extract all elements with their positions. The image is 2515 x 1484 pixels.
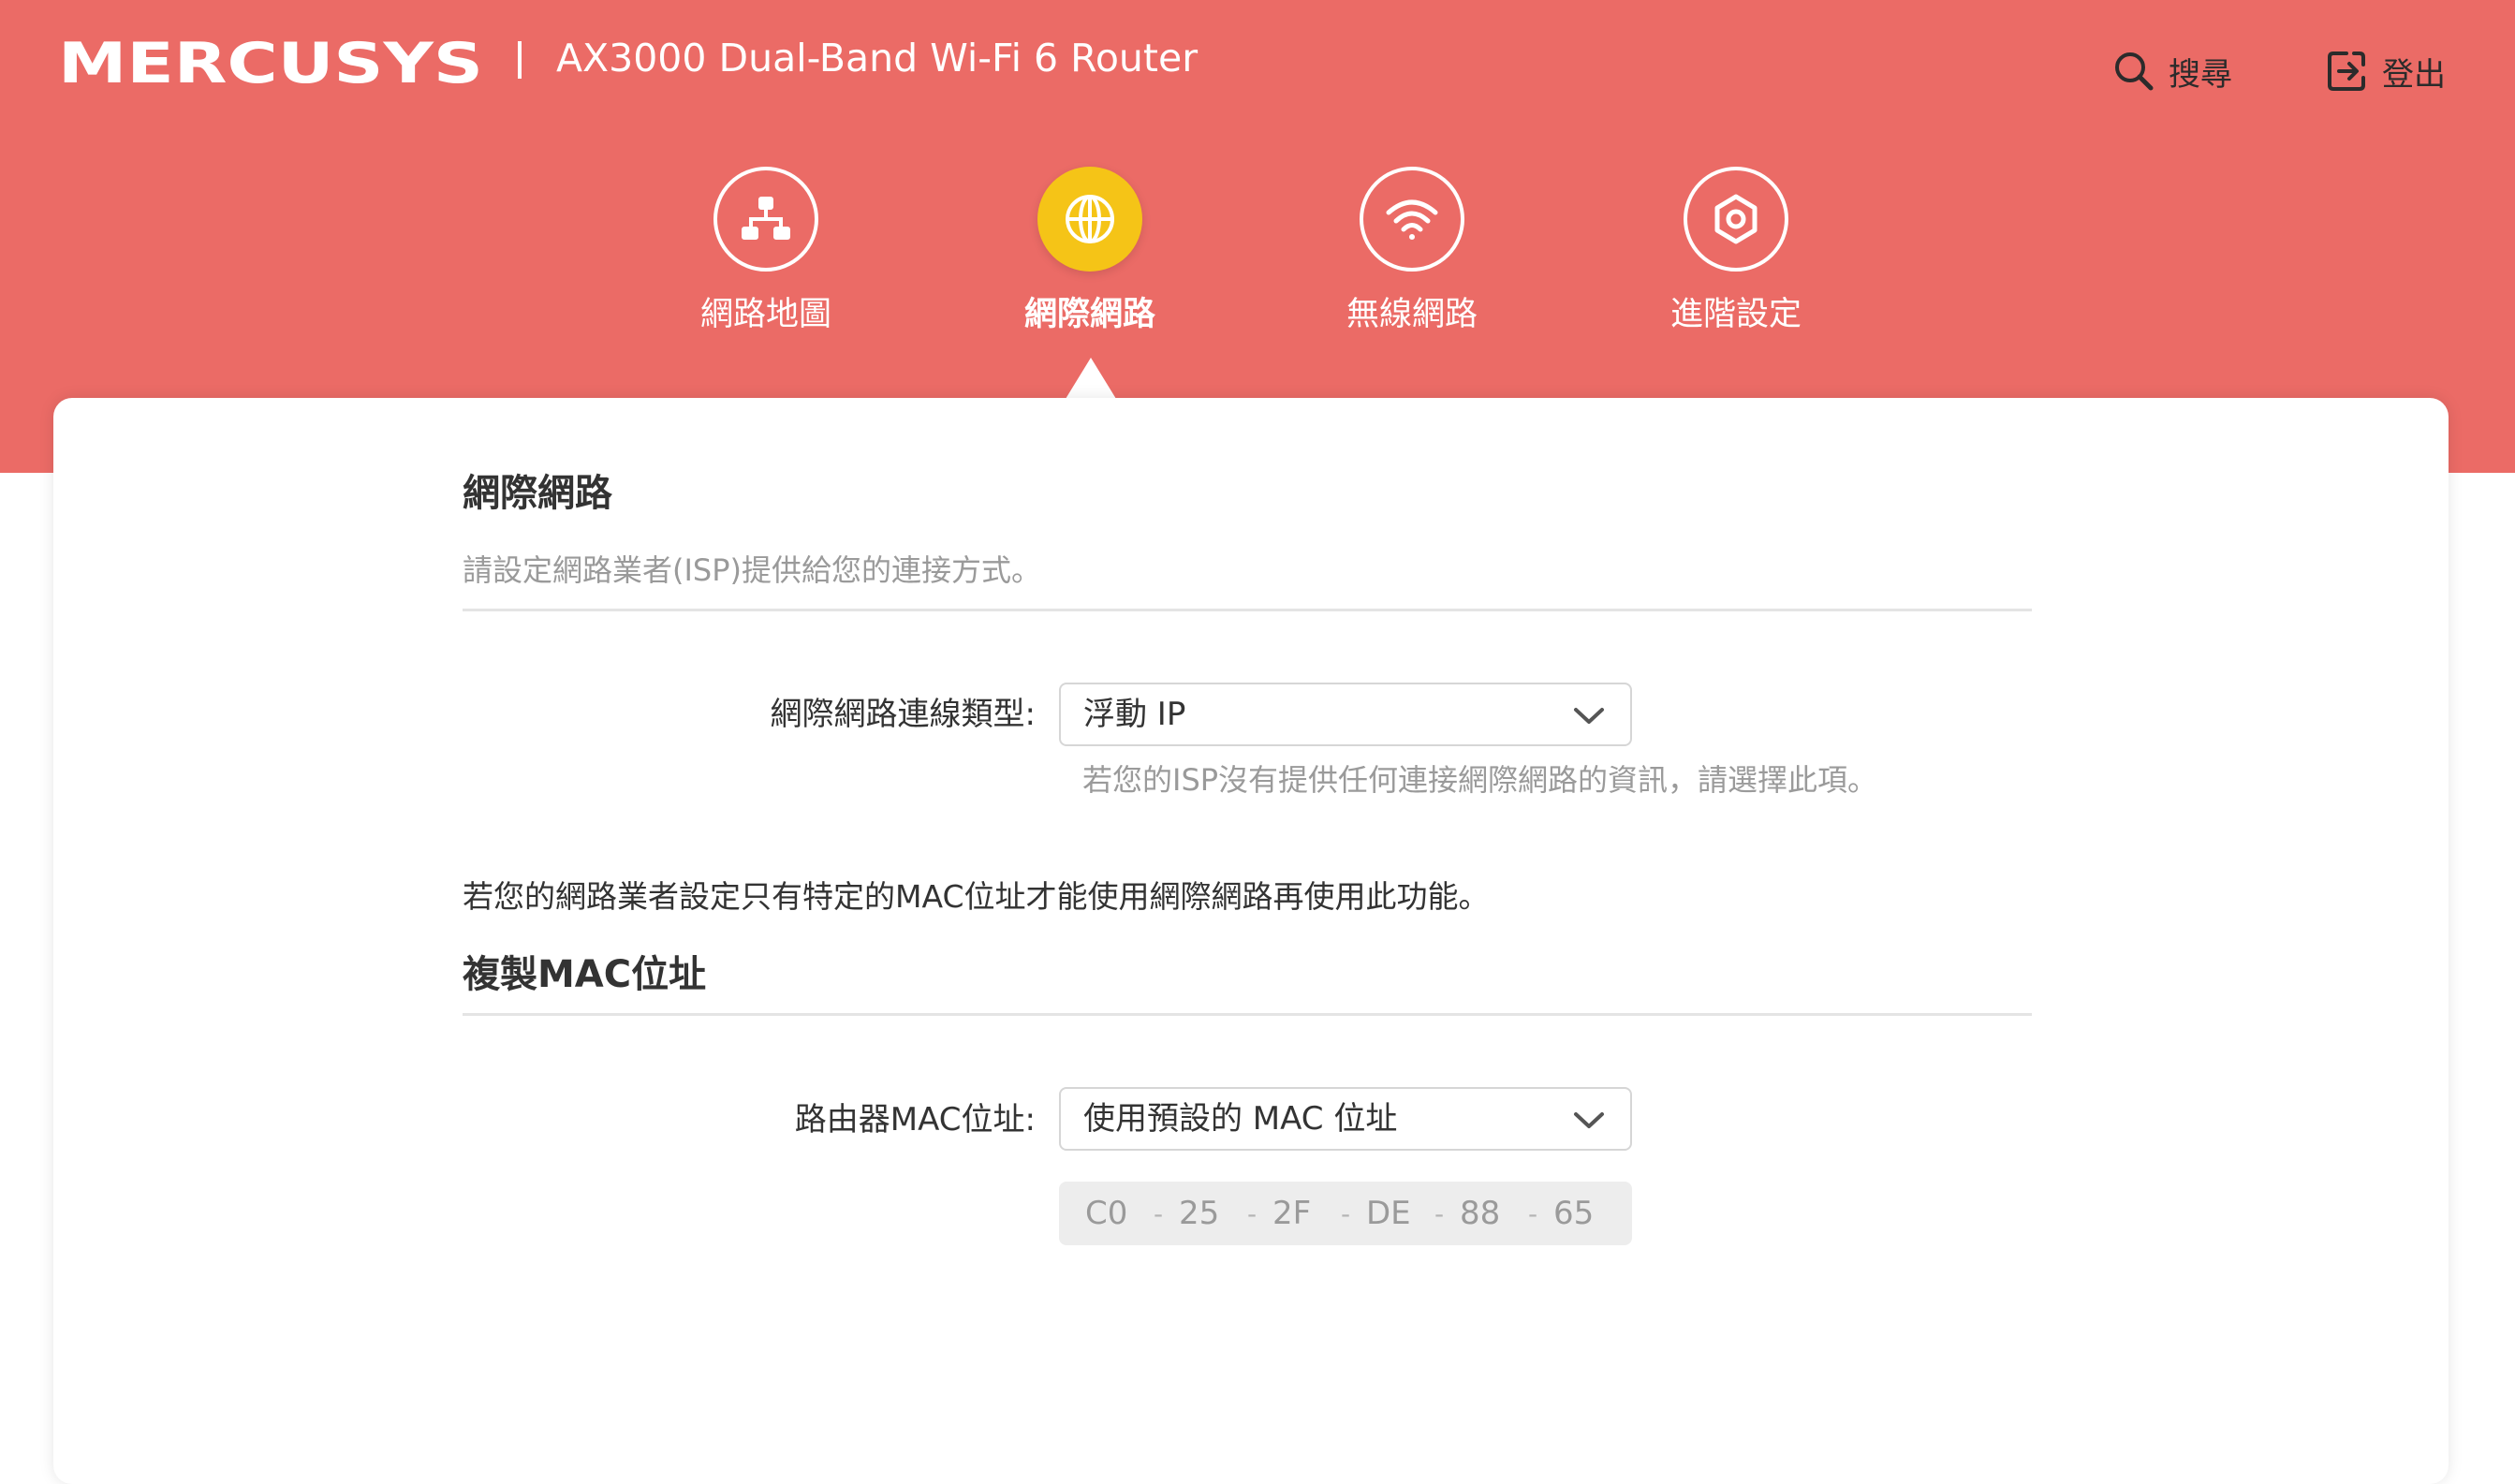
section-divider [463,609,2032,611]
router-mac-label: 路由器MAC位址: [794,1101,1036,1139]
active-nav-pointer [1066,358,1116,399]
nav-label-network-map: 網路地圖 [699,296,831,333]
section-divider [463,1013,2032,1016]
mac-clone-section-title: 複製MAC位址 [463,953,707,996]
mac-separator: - [1246,1197,1258,1229]
logout-button[interactable]: 登出 [2326,45,2446,97]
internet-section-title: 網際網路 [463,472,612,515]
mac-clone-note: 若您的網路業者設定只有特定的MAC位址才能使用網際網路再使用此功能。 [463,878,1490,915]
router-mac-value: 使用預設的 MAC 位址 [1083,1100,1398,1138]
router-mac-dropdown[interactable]: 使用預設的 MAC 位址 [1059,1087,1632,1151]
nav-item-network-map[interactable]: 網路地圖 [625,167,906,345]
connection-type-dropdown[interactable]: 浮動 IP [1059,683,1632,746]
chevron-down-icon [1574,1112,1604,1128]
mac-segment[interactable]: 65 [1553,1191,1606,1236]
connection-type-hint: 若您的ISP沒有提供任何連接網際網路的資訊，請選擇此項。 [1082,762,1878,798]
mac-segment[interactable]: DE [1366,1191,1419,1236]
mac-separator: - [1153,1197,1164,1229]
mac-separator: - [1434,1197,1445,1229]
content-card [53,398,2449,1484]
logout-icon [2326,50,2369,93]
nav-label-internet: 網際網路 [1023,296,1155,333]
mac-segment[interactable]: 25 [1179,1191,1231,1236]
nav-label-advanced: 進階設定 [1669,296,1802,333]
gear-icon [1684,167,1788,272]
network-map-icon [713,167,818,272]
connection-type-value: 浮動 IP [1083,696,1186,733]
search-label: 搜尋 [2169,55,2232,94]
product-title: AX3000 Dual-Band Wi-Fi 6 Router [556,36,1199,81]
search-button[interactable]: 搜尋 [2112,45,2232,97]
connection-type-label: 網際網路連線類型: [770,696,1036,733]
mac-address-field: C0 - 25 - 2F - DE - 88 - 65 [1059,1182,1632,1245]
svg-text:MERCUSYS: MERCUSYS [58,31,483,94]
nav-item-advanced[interactable]: 進階設定 [1596,167,1876,345]
chevron-down-icon [1574,708,1604,724]
globe-icon [1037,167,1142,272]
nav-item-internet[interactable]: 網際網路 [949,167,1230,345]
wifi-icon [1360,167,1464,272]
internet-section-description: 請設定網路業者(ISP)提供給您的連接方式。 [463,552,1042,588]
mac-separator: - [1340,1197,1351,1229]
mac-segment[interactable]: 2F [1272,1191,1325,1236]
mercusys-logo: MERCUSYS [58,31,483,94]
logout-label: 登出 [2382,55,2446,94]
nav-label-wireless: 無線網路 [1346,296,1478,333]
title-separator [518,41,522,79]
search-icon [2112,50,2155,93]
mac-segment[interactable]: C0 [1085,1191,1138,1236]
mac-separator: - [1527,1197,1538,1229]
mac-segment[interactable]: 88 [1460,1191,1512,1236]
nav-item-wireless[interactable]: 無線網路 [1272,167,1552,345]
